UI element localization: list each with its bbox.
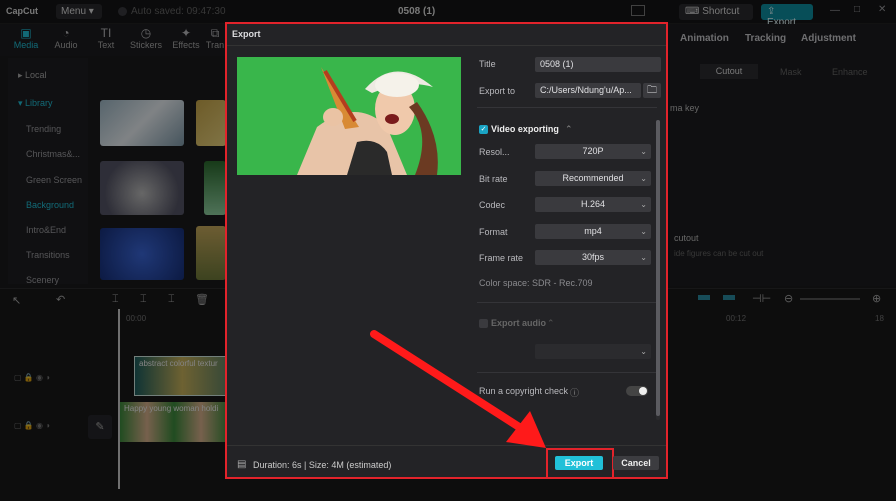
annotation-arrow [370, 330, 546, 448]
